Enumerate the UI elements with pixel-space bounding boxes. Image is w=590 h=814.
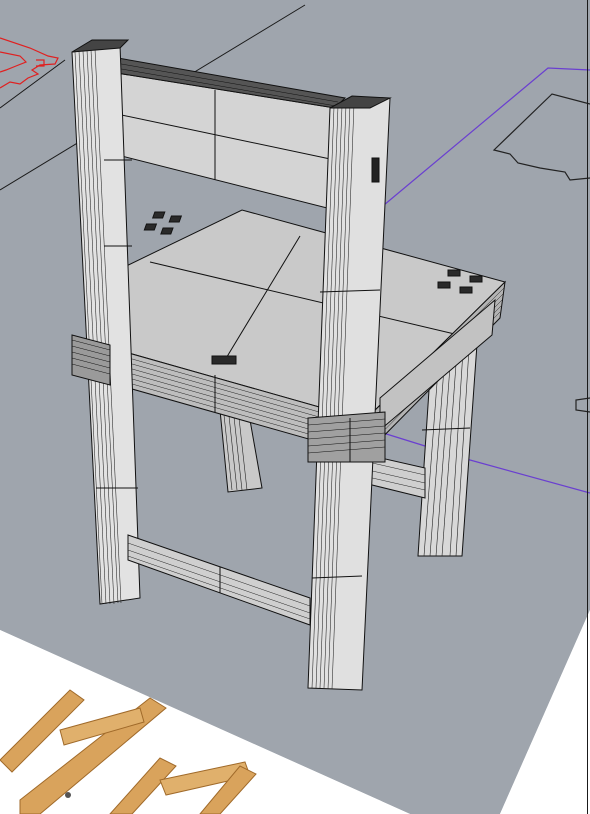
- backrest-dowel-slot: [371, 157, 380, 183]
- scene-canvas[interactable]: [0, 0, 590, 814]
- viewport-right-border: [587, 0, 588, 814]
- corner-block-right: [307, 411, 386, 463]
- viewport-3d[interactable]: [0, 0, 590, 814]
- photo-screw: [65, 792, 71, 798]
